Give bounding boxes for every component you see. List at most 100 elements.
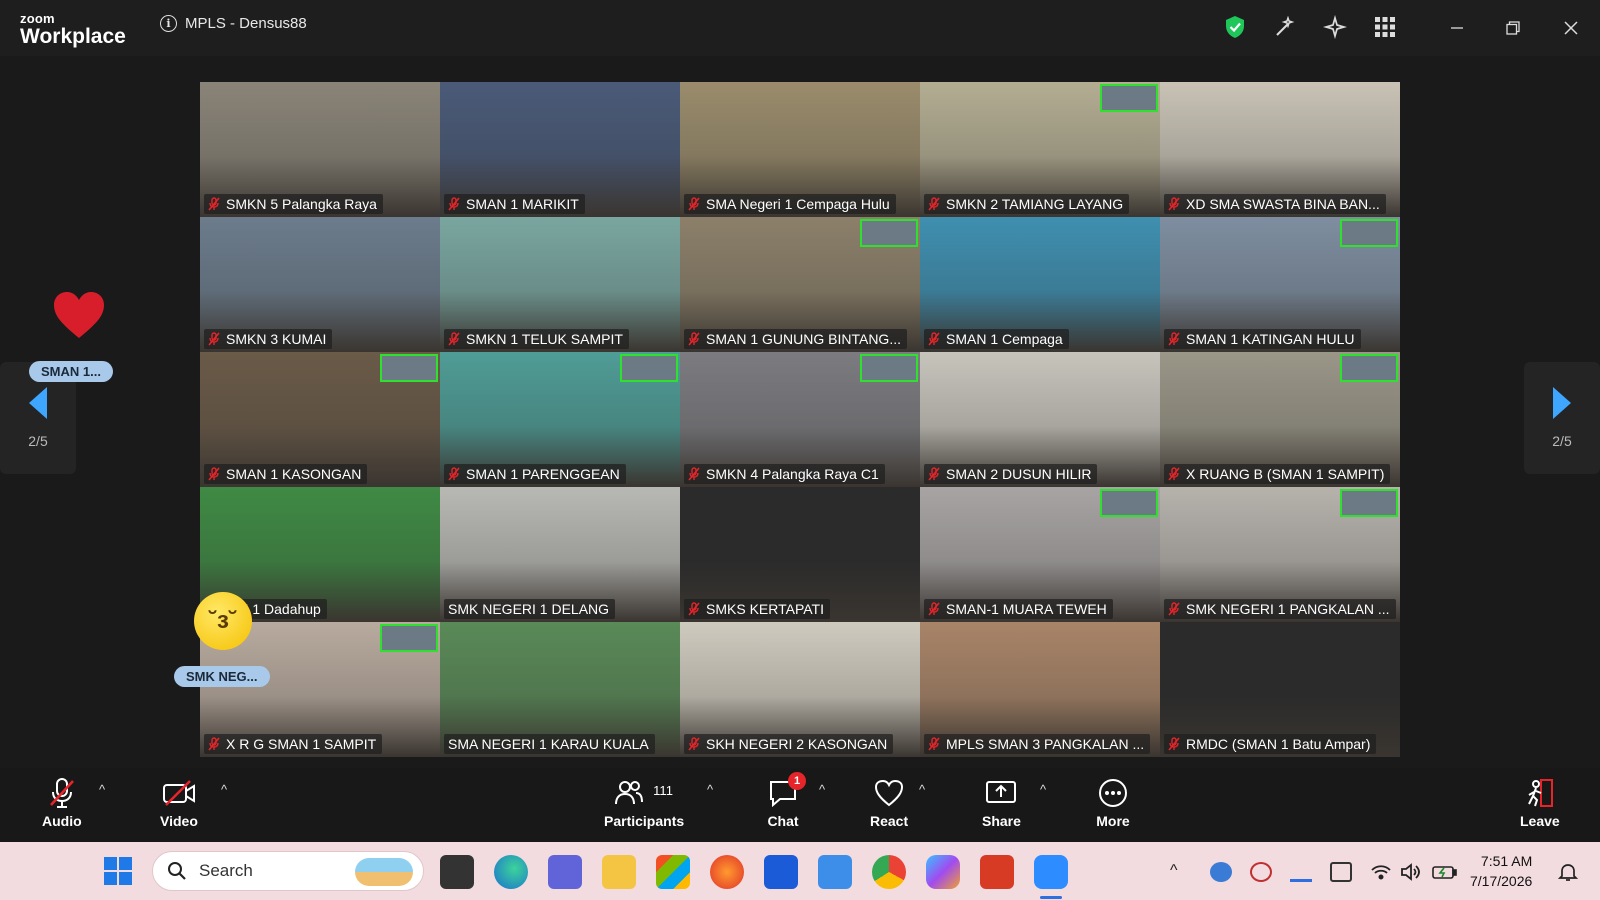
meeting-title[interactable]: i MPLS - Densus88: [160, 15, 307, 32]
react-button[interactable]: React: [870, 776, 908, 829]
restore-window-icon[interactable]: [1498, 14, 1528, 42]
share-button[interactable]: Share: [982, 776, 1021, 829]
windows-start-icon[interactable]: [102, 855, 136, 889]
audio-label: Audio: [42, 813, 82, 829]
participant-video-tile[interactable]: SMA NEGERI 1 KARAU KUALA: [440, 622, 680, 757]
kiss-emoji-reaction-icon: ˘з˘: [194, 592, 252, 650]
notifications-bell-icon[interactable]: [1557, 862, 1580, 882]
participant-name-text: SMAN-1 MUARA TEWEH: [946, 601, 1107, 617]
next-page-arrow-icon[interactable]: [1553, 387, 1571, 419]
annotate-wand-icon[interactable]: [1272, 14, 1298, 40]
microphone-muted-icon: [1168, 737, 1180, 751]
onedrive-icon[interactable]: [1210, 862, 1232, 882]
show-hidden-icons-chevron-icon[interactable]: ^: [1170, 862, 1192, 882]
participant-video-tile[interactable]: SMK NEGERI 1 PANGKALAN ...: [1160, 487, 1400, 622]
participant-video-tile[interactable]: SMKN 5 Palangka Raya: [200, 82, 440, 217]
microphone-muted-icon: [448, 197, 460, 211]
teams-icon[interactable]: [548, 855, 582, 889]
participant-video-tile[interactable]: SMK NEGERI 1 DELANG: [440, 487, 680, 622]
display-icon[interactable]: [1330, 862, 1352, 882]
previous-page-arrow-icon[interactable]: [29, 387, 47, 419]
participant-name-text: X RUANG B (SMAN 1 SAMPIT): [1186, 466, 1385, 482]
apps-grid-icon[interactable]: [1372, 14, 1398, 40]
participant-video-tile[interactable]: SMAN 2 DUSUN HILIR: [920, 352, 1160, 487]
powerpoint-icon[interactable]: [980, 855, 1014, 889]
microphone-muted-icon: [928, 602, 940, 616]
participants-options-caret-icon[interactable]: ^: [707, 782, 713, 797]
volume-icon[interactable]: [1400, 862, 1422, 882]
participant-video-tile[interactable]: SMKN 1 TELUK SAMPIT: [440, 217, 680, 352]
microphone-in-use-icon[interactable]: [1290, 862, 1312, 882]
participant-video-tile[interactable]: SMAN 1 PARENGGEAN: [440, 352, 680, 487]
file-explorer-icon[interactable]: [602, 855, 636, 889]
participant-video-tile[interactable]: SMKN 2 TAMIANG LAYANG: [920, 82, 1160, 217]
participant-name-text: SMK NEGERI 1 PANGKALAN ...: [1186, 601, 1390, 617]
close-window-icon[interactable]: [1556, 14, 1586, 42]
audio-button[interactable]: Audio: [42, 776, 82, 829]
participant-video-tile[interactable]: SMAN 1 GUNUNG BINTANG...: [680, 217, 920, 352]
participant-video-tile[interactable]: RMDC (SMAN 1 Batu Ampar): [1160, 622, 1400, 757]
logo-line-1: zoom: [20, 11, 55, 26]
participant-video-tile[interactable]: SMKN 4 Palangka Raya C1: [680, 352, 920, 487]
participant-video-tile[interactable]: SKH NEGERI 2 KASONGAN: [680, 622, 920, 757]
participant-video-tile[interactable]: SMKN 3 KUMAI: [200, 217, 440, 352]
participant-name-text: SMAN 1 MARIKIT: [466, 196, 579, 212]
participant-video-tile[interactable]: SMAN 1 Cempaga: [920, 217, 1160, 352]
microphone-muted-icon: [688, 737, 700, 751]
participant-name-text: SMK NEGERI 1 DELANG: [448, 601, 610, 617]
zoom-app-icon[interactable]: [1034, 855, 1068, 889]
participant-name-label: XD SMA SWASTA BINA BAN...: [1164, 194, 1386, 214]
minimize-window-icon[interactable]: [1442, 14, 1472, 42]
page-indicator-right: 2/5: [1552, 433, 1572, 449]
participant-video-tile[interactable]: SMKS KERTAPATI: [680, 487, 920, 622]
participant-name-label: SMAN 1 KATINGAN HULU: [1164, 329, 1361, 349]
video-button[interactable]: Video: [160, 776, 198, 829]
participant-video-tile[interactable]: X RUANG B (SMAN 1 SAMPIT): [1160, 352, 1400, 487]
notepad-icon[interactable]: [818, 855, 852, 889]
audio-options-caret-icon[interactable]: ^: [99, 782, 105, 797]
next-page-panel[interactable]: 2/5: [1524, 362, 1600, 474]
more-button[interactable]: More: [1096, 776, 1130, 829]
self-view-thumbnail: [1100, 84, 1158, 112]
video-options-caret-icon[interactable]: ^: [221, 782, 227, 797]
logo-line-2: Workplace: [20, 25, 126, 48]
participant-name-label: SMAN 2 DUSUN HILIR: [924, 464, 1098, 484]
participant-name-label: SMK NEGERI 1 PANGKALAN ...: [1164, 599, 1396, 619]
ai-companion-sparkle-icon[interactable]: [1322, 14, 1348, 40]
system-clock[interactable]: 7:51 AM 7/17/2026: [1470, 851, 1532, 891]
participant-video-tile[interactable]: SMAN 1 MARIKIT: [440, 82, 680, 217]
task-view-icon[interactable]: [440, 855, 474, 889]
info-icon[interactable]: i: [160, 15, 177, 32]
participant-video-tile[interactable]: SMAN 1 KATINGAN HULU: [1160, 217, 1400, 352]
chat-label: Chat: [767, 813, 799, 829]
participant-name-text: SMKN 3 KUMAI: [226, 331, 327, 347]
taskbar-search-box[interactable]: Search: [152, 851, 424, 891]
share-label: Share: [982, 813, 1021, 829]
sync-status-icon[interactable]: [1250, 862, 1272, 882]
edge-browser-icon[interactable]: [494, 855, 528, 889]
chat-button[interactable]: 1 Chat: [766, 772, 806, 829]
participant-video-tile[interactable]: SMAN-1 MUARA TEWEH: [920, 487, 1160, 622]
self-view-thumbnail: [1340, 489, 1398, 517]
participant-video-tile[interactable]: XD SMA SWASTA BINA BAN...: [1160, 82, 1400, 217]
firefox-icon[interactable]: [710, 855, 744, 889]
participant-video-tile[interactable]: SMAN 1 KASONGAN: [200, 352, 440, 487]
participants-button[interactable]: 111 Participants: [604, 776, 684, 829]
security-shield-icon[interactable]: [1222, 14, 1248, 40]
code-editor-icon[interactable]: [764, 855, 798, 889]
self-view-thumbnail: [860, 354, 918, 382]
microsoft-store-icon[interactable]: [656, 855, 690, 889]
react-label: React: [870, 813, 909, 829]
chat-options-caret-icon[interactable]: ^: [819, 782, 825, 797]
react-options-caret-icon[interactable]: ^: [919, 782, 925, 797]
share-options-caret-icon[interactable]: ^: [1040, 782, 1046, 797]
leave-button[interactable]: Leave: [1520, 776, 1560, 829]
heart-outline-icon: [872, 776, 906, 810]
chrome-icon[interactable]: [872, 855, 906, 889]
participant-name-label: X R G SMAN 1 SAMPIT: [204, 734, 383, 754]
wifi-icon[interactable]: [1370, 862, 1392, 882]
copilot-icon[interactable]: [926, 855, 960, 889]
participant-video-tile[interactable]: MPLS SMAN 3 PANGKALAN ...: [920, 622, 1160, 757]
battery-charging-icon[interactable]: [1432, 862, 1457, 882]
participant-video-tile[interactable]: SMA Negeri 1 Cempaga Hulu: [680, 82, 920, 217]
